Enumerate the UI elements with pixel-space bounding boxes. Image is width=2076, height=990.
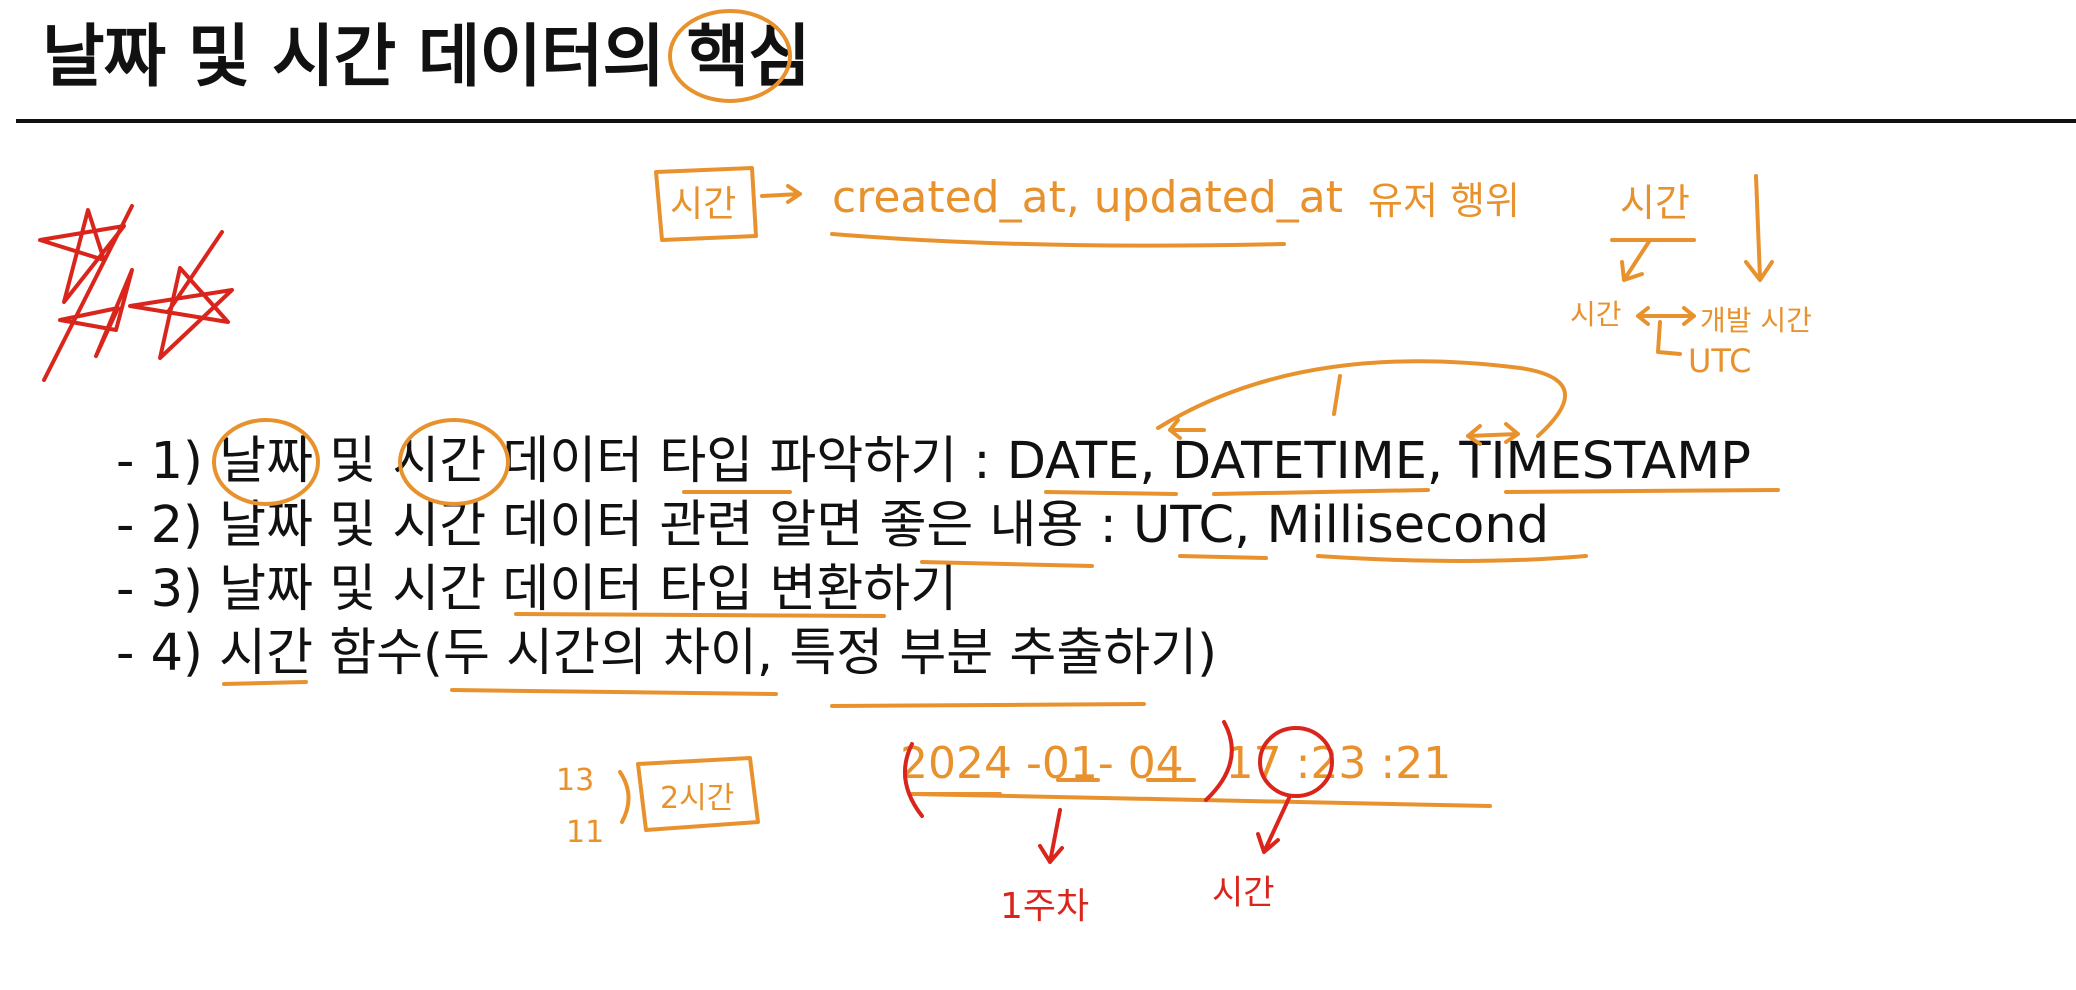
hours-11-note: 11 (566, 815, 604, 850)
bullet-list: - 1) 날짜 및 시간 데이터 타입 파악하기 : DATE, DATETIM… (116, 430, 1751, 686)
star-mark-1 (38, 208, 126, 304)
underline-extract (830, 702, 1146, 708)
arc-stem (1332, 374, 1342, 416)
server-time-note: 시간 (1570, 298, 1622, 331)
star-stroke-2 (166, 230, 224, 314)
bullet-item-4: - 4) 시간 함수(두 시간의 차이, 특정 부분 추출하기) (116, 624, 1218, 683)
underline-difference (450, 688, 778, 696)
hour-part-note: 시간 (1212, 873, 1275, 913)
user-action-time-note: 시간 (1620, 181, 1690, 225)
bullet-item-1: - 1) 날짜 및 시간 데이터 타입 파악하기 : DATE, DATETIM… (116, 432, 1751, 491)
date-close-paren (1204, 720, 1234, 802)
hours-13-note: 13 (556, 763, 594, 798)
time-box-note: 시간 (670, 184, 736, 225)
date-open-paren (902, 742, 924, 818)
arrow-to-fields (760, 184, 802, 204)
utc-note: UTC (1688, 342, 1751, 380)
hour-circle-mark (1258, 726, 1334, 798)
two-hours-note: 2시간 (660, 781, 734, 816)
dev-time-note: 개발 시간 (1700, 304, 1812, 337)
arrow-down-right (1744, 174, 1774, 282)
arrow-to-hour-part (1256, 794, 1292, 854)
datetime-underline (910, 792, 1492, 808)
slide-title: 날짜 및 시간 데이터의 핵심 (42, 18, 811, 97)
bullet-item-3: - 3) 날짜 및 시간 데이터 타입 변환하기 (116, 560, 958, 619)
user-action-note: 유저 행위 (1368, 179, 1520, 223)
star-mark-3 (128, 266, 234, 360)
time-box-mark (654, 166, 758, 242)
double-arrow (1636, 306, 1696, 326)
types-arc (1156, 359, 1568, 438)
fields-note: created_at, updated_at (832, 172, 1343, 223)
first-part-note: 1주차 (1000, 886, 1089, 927)
star-stroke (42, 204, 134, 382)
datetime-example-note: 2024 -01- 04 17 :23 :21 (900, 738, 1451, 789)
bullet-item-2: - 2) 날짜 및 시간 데이터 관련 알면 좋은 내용 : UTC, Mill… (116, 496, 1550, 555)
two-hours-box (636, 756, 760, 832)
fields-underline (830, 232, 1286, 248)
arrow-to-server-time (1620, 238, 1652, 282)
hours-bracket (618, 770, 631, 824)
arrow-to-first-part (1038, 808, 1064, 864)
utc-bracket (1656, 320, 1682, 356)
star-mark-2 (58, 268, 134, 358)
title-divider (16, 119, 2076, 123)
